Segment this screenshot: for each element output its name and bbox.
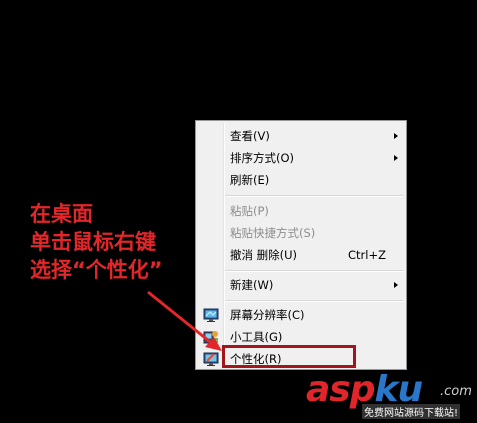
logo-tld: .com	[440, 384, 472, 399]
annotation-line: 单击鼠标右键	[30, 230, 156, 254]
annotation-line: 选择“个性化”	[30, 258, 163, 282]
annotation-line: 在桌面	[30, 202, 93, 226]
instruction-annotation: 在桌面 单击鼠标右键 选择“个性化”	[30, 200, 163, 284]
logo-tagline: 免费网站源码下载站!	[362, 404, 461, 419]
aspku-watermark: aspku .com 免费网站源码下载站!	[300, 370, 477, 423]
